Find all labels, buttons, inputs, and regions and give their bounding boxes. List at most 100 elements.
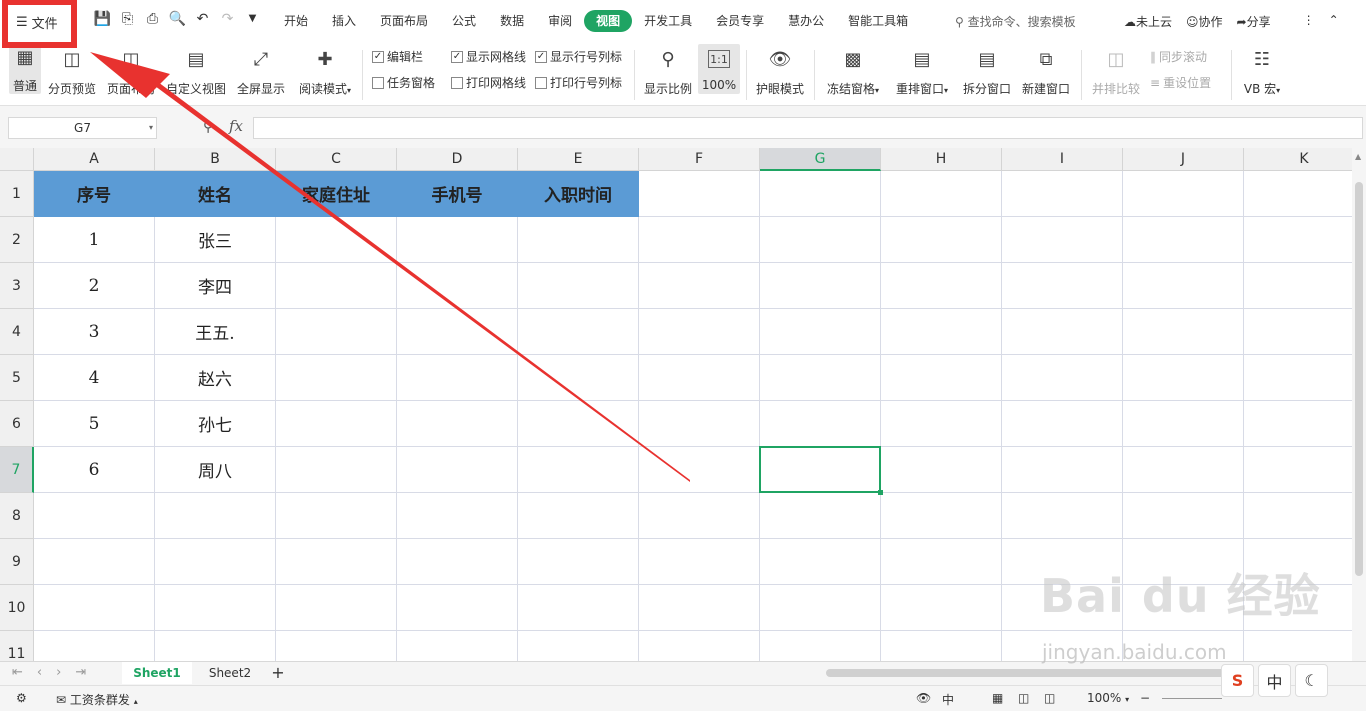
cell-g9[interactable]	[760, 539, 881, 585]
cell-b2[interactable]: 张三	[155, 217, 276, 263]
cell-d5[interactable]	[397, 355, 518, 401]
cell-a10[interactable]	[34, 585, 155, 631]
row-header-5[interactable]: 5	[0, 355, 34, 401]
cell-c10[interactable]	[276, 585, 397, 631]
page-break-status-icon[interactable]: ◫	[1044, 691, 1055, 705]
input-lang-icon[interactable]: 中	[942, 691, 954, 708]
cell-j8[interactable]	[1123, 493, 1244, 539]
prev-sheet-icon[interactable]: ‹	[37, 665, 42, 680]
cell-j2[interactable]	[1123, 217, 1244, 263]
print-headers-checkbox[interactable]: 打印行号列标	[535, 74, 622, 91]
cloud-status-button[interactable]: ☁未上云	[1124, 13, 1172, 30]
first-sheet-icon[interactable]: ⇤	[12, 665, 23, 680]
cell-h11[interactable]	[881, 631, 1002, 661]
cell-f4[interactable]	[639, 309, 760, 355]
command-search[interactable]: ⚲ 查找命令、搜索模板	[955, 13, 1076, 30]
cell-j6[interactable]	[1123, 401, 1244, 447]
cell-h10[interactable]	[881, 585, 1002, 631]
sheet-tab-sheet1[interactable]: Sheet1	[122, 662, 192, 684]
cell-g10[interactable]	[760, 585, 881, 631]
zoom-slider[interactable]	[1162, 698, 1222, 699]
cell-k4[interactable]	[1244, 309, 1352, 355]
collab-button[interactable]: ☺协作	[1186, 13, 1223, 30]
cell-c11[interactable]	[276, 631, 397, 661]
cell-j3[interactable]	[1123, 263, 1244, 309]
side-by-side-button[interactable]: ◫ 并排比较	[1090, 44, 1142, 97]
cell-e4[interactable]	[518, 309, 639, 355]
tab-review[interactable]: 审阅	[536, 10, 584, 32]
cell-j5[interactable]	[1123, 355, 1244, 401]
cell-j1[interactable]	[1123, 171, 1244, 217]
cell-h7[interactable]	[881, 447, 1002, 493]
cell-f9[interactable]	[639, 539, 760, 585]
cell-d3[interactable]	[397, 263, 518, 309]
add-sheet-icon[interactable]: +	[268, 662, 288, 684]
edit-bar-checkbox[interactable]: ✓ 编辑栏	[372, 48, 423, 65]
cell-e10[interactable]	[518, 585, 639, 631]
next-sheet-icon[interactable]: ›	[56, 665, 61, 680]
macro-record-icon[interactable]: ⚙	[16, 691, 27, 705]
cell-g3[interactable]	[760, 263, 881, 309]
cell-c5[interactable]	[276, 355, 397, 401]
cell-a2[interactable]: 1	[34, 217, 155, 263]
cell-e7[interactable]	[518, 447, 639, 493]
read-mode-button[interactable]: ✚ 阅读模式▾	[296, 44, 354, 97]
sync-scroll-button[interactable]: ∥ 同步滚动	[1150, 48, 1207, 65]
column-header-f[interactable]: F	[639, 148, 760, 171]
cell-d11[interactable]	[397, 631, 518, 661]
page-break-preview-button[interactable]: ◫ 分页预览	[46, 44, 98, 97]
cell-k2[interactable]	[1244, 217, 1352, 263]
insert-function-icon[interactable]: fx	[229, 117, 243, 135]
cell-b7[interactable]: 周八	[155, 447, 276, 493]
cell-k3[interactable]	[1244, 263, 1352, 309]
cell-a4[interactable]: 3	[34, 309, 155, 355]
column-header-d[interactable]: D	[397, 148, 518, 171]
redo-icon[interactable]: ↷	[219, 10, 236, 27]
tab-member[interactable]: 会员专享	[704, 10, 776, 32]
export-icon[interactable]: ⎘	[119, 10, 136, 27]
row-header-6[interactable]: 6	[0, 401, 34, 447]
row-header-3[interactable]: 3	[0, 263, 34, 309]
cell-h6[interactable]	[881, 401, 1002, 447]
horizontal-scroll-thumb[interactable]	[826, 669, 1246, 677]
column-header-b[interactable]: B	[155, 148, 276, 171]
cell-f6[interactable]	[639, 401, 760, 447]
cell-c4[interactable]	[276, 309, 397, 355]
cell-k7[interactable]	[1244, 447, 1352, 493]
formula-input[interactable]	[253, 117, 1363, 139]
cell-h1[interactable]	[881, 171, 1002, 217]
tab-data[interactable]: 数据	[488, 10, 536, 32]
column-header-c[interactable]: C	[276, 148, 397, 171]
cell-f2[interactable]	[639, 217, 760, 263]
share-button[interactable]: ➦分享	[1237, 13, 1271, 30]
cell-e6[interactable]	[518, 401, 639, 447]
last-sheet-icon[interactable]: ⇥	[75, 665, 86, 680]
cell-c9[interactable]	[276, 539, 397, 585]
cell-a1[interactable]: 序号	[34, 171, 155, 217]
cell-b9[interactable]	[155, 539, 276, 585]
cell-f3[interactable]	[639, 263, 760, 309]
cell-b8[interactable]	[155, 493, 276, 539]
cell-g4[interactable]	[760, 309, 881, 355]
column-header-e[interactable]: E	[518, 148, 639, 171]
row-header-10[interactable]: 10	[0, 585, 34, 631]
cell-k6[interactable]	[1244, 401, 1352, 447]
name-box[interactable]: G7 ▾	[8, 117, 157, 139]
scroll-up-icon[interactable]: ▲	[1355, 152, 1361, 161]
row-header-7[interactable]: 7	[0, 447, 34, 493]
cell-c3[interactable]	[276, 263, 397, 309]
column-header-k[interactable]: K	[1244, 148, 1352, 171]
cell-e2[interactable]	[518, 217, 639, 263]
cell-a8[interactable]	[34, 493, 155, 539]
cell-c2[interactable]	[276, 217, 397, 263]
new-window-button[interactable]: ⧉ 新建窗口	[1020, 44, 1072, 97]
print-icon[interactable]: ⎙	[144, 10, 161, 27]
task-pane-checkbox[interactable]: 任务窗格	[372, 74, 435, 91]
moon-icon[interactable]: ☾	[1295, 664, 1328, 697]
ime-lang-toggle[interactable]: 中	[1258, 664, 1291, 697]
collapse-ribbon-icon[interactable]: ⌃	[1329, 13, 1339, 30]
zoom-level[interactable]: 100% ▾	[1087, 691, 1129, 705]
cell-e1[interactable]: 入职时间	[518, 171, 639, 217]
page-layout-view-button[interactable]: ◫ 页面布局	[105, 44, 157, 97]
cell-d6[interactable]	[397, 401, 518, 447]
